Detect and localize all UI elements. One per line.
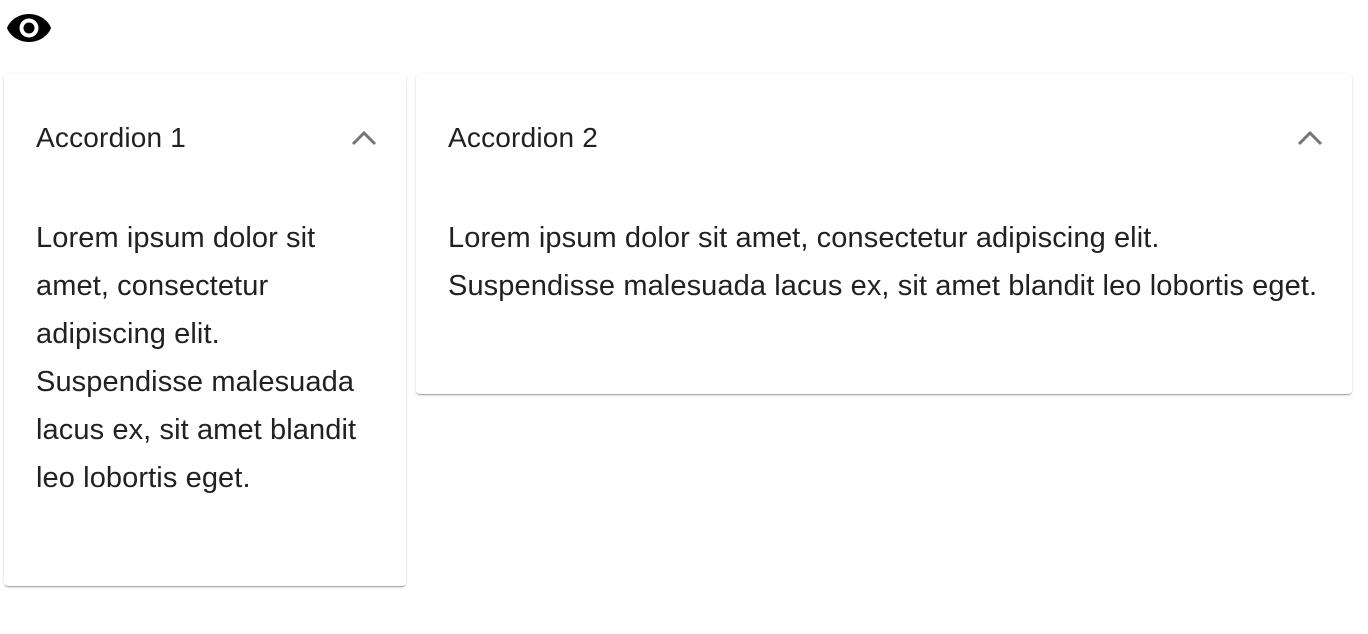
chevron-up-icon[interactable]: [342, 116, 386, 160]
eye-icon: [6, 12, 52, 44]
accordion-1-title: Accordion 1: [36, 122, 187, 153]
accordion-2-summary[interactable]: Accordion 2: [416, 74, 1352, 202]
accordion-2-body: Lorem ipsum dolor sit amet, consectetur …: [448, 222, 1318, 302]
accordion-1-body: Lorem ipsum dolor sit amet, consectetur …: [36, 222, 357, 494]
accordion-2-title: Accordion 2: [448, 122, 599, 153]
accordion-1: Accordion 1 Lorem ipsum dolor sit amet, …: [4, 74, 406, 586]
accordion-2: Accordion 2 Lorem ipsum dolor sit amet, …: [416, 74, 1352, 394]
chevron-up-icon[interactable]: [1288, 116, 1332, 160]
page: Accordion 1 Lorem ipsum dolor sit amet, …: [0, 0, 1368, 634]
visibility-toggle-button[interactable]: [6, 12, 52, 44]
accordion-1-summary[interactable]: Accordion 1: [4, 74, 406, 202]
